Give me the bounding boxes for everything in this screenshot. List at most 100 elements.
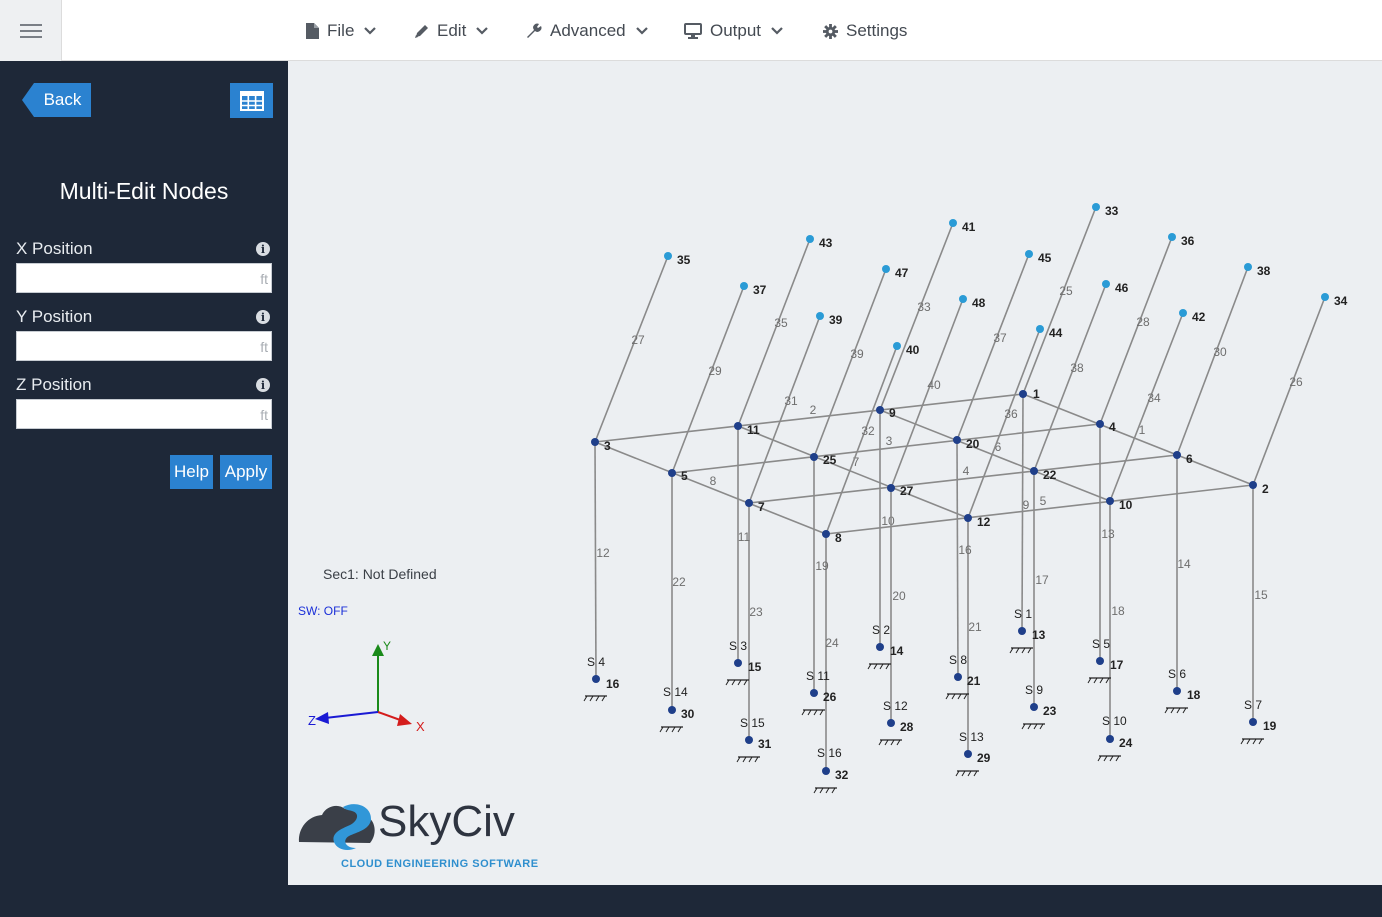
member-line[interactable] — [956, 439, 959, 678]
support-label: S 13 — [959, 730, 984, 744]
node-label: 20 — [966, 437, 980, 451]
member-line[interactable] — [671, 285, 745, 474]
node-point[interactable] — [664, 252, 672, 260]
fixed-support-icon[interactable] — [725, 679, 749, 686]
member-line[interactable] — [956, 253, 1030, 441]
member-line[interactable] — [879, 409, 1111, 502]
fixed-support-icon[interactable] — [1009, 647, 1033, 654]
node-point[interactable] — [1321, 293, 1329, 301]
member-line[interactable] — [1176, 266, 1249, 456]
node-point[interactable] — [822, 530, 830, 538]
node-point[interactable] — [964, 750, 972, 758]
node-label: 2 — [1262, 482, 1269, 496]
fixed-support-icon[interactable] — [1097, 755, 1121, 762]
node-point[interactable] — [1173, 451, 1181, 459]
node-point[interactable] — [1019, 390, 1027, 398]
node-point[interactable] — [816, 312, 824, 320]
node-point[interactable] — [806, 235, 814, 243]
member-line[interactable] — [1033, 283, 1107, 472]
node-point[interactable] — [1179, 309, 1187, 317]
node-label: 3 — [604, 439, 611, 453]
member-label: 36 — [1004, 407, 1018, 421]
member-label: 30 — [1213, 345, 1227, 359]
node-point[interactable] — [822, 767, 830, 775]
node-point[interactable] — [668, 706, 676, 714]
fixed-support-icon[interactable] — [955, 770, 979, 777]
node-point[interactable] — [1249, 481, 1257, 489]
node-point[interactable] — [734, 659, 742, 667]
fixed-support-icon[interactable] — [801, 709, 825, 716]
fixed-support-icon[interactable] — [878, 739, 902, 746]
node-point[interactable] — [964, 514, 972, 522]
node-label: 25 — [823, 453, 837, 467]
node-point[interactable] — [1030, 467, 1038, 475]
member-line[interactable] — [737, 238, 811, 427]
node-point[interactable] — [893, 342, 901, 350]
support-label: S 7 — [1244, 698, 1262, 712]
member-line[interactable] — [594, 441, 597, 680]
node-point[interactable] — [949, 219, 957, 227]
fixed-support-icon[interactable] — [1087, 677, 1111, 684]
member-line[interactable] — [594, 441, 827, 535]
node-point[interactable] — [876, 643, 884, 651]
fixed-support-icon[interactable] — [945, 693, 969, 700]
node-point[interactable] — [1025, 250, 1033, 258]
member-line[interactable] — [813, 268, 887, 458]
node-point[interactable] — [1018, 627, 1026, 635]
node-point[interactable] — [887, 719, 895, 727]
node-point[interactable] — [1036, 325, 1044, 333]
member-label: 22 — [672, 575, 686, 589]
node-point[interactable] — [740, 282, 748, 290]
member-line[interactable] — [594, 255, 669, 443]
member-line[interactable] — [890, 298, 964, 489]
member-line[interactable] — [1022, 393, 1254, 486]
support-label: S 14 — [663, 685, 688, 699]
fixed-support-icon[interactable] — [867, 663, 891, 670]
node-point[interactable] — [876, 406, 884, 414]
node-label: 11 — [747, 423, 760, 437]
fixed-support-icon[interactable] — [1240, 738, 1264, 745]
member-line[interactable] — [1022, 206, 1097, 395]
node-point[interactable] — [959, 295, 967, 303]
member-line[interactable] — [1252, 296, 1326, 486]
x-axis-arrow — [397, 714, 412, 726]
node-point[interactable] — [1092, 203, 1100, 211]
node-point[interactable] — [745, 499, 753, 507]
node-point[interactable] — [953, 436, 961, 444]
node-point[interactable] — [882, 265, 890, 273]
node-point[interactable] — [810, 689, 818, 697]
member-label: 26 — [1289, 375, 1303, 389]
node-point[interactable] — [1244, 263, 1252, 271]
node-point[interactable] — [592, 675, 600, 683]
node-point[interactable] — [1106, 735, 1114, 743]
fixed-support-icon[interactable] — [813, 787, 837, 794]
member-line[interactable] — [1099, 236, 1173, 425]
node-label: 32 — [835, 768, 849, 782]
node-point[interactable] — [591, 438, 599, 446]
member-line[interactable] — [1021, 393, 1024, 632]
node-point[interactable] — [1030, 703, 1038, 711]
fixed-support-icon[interactable] — [1021, 723, 1045, 730]
node-point[interactable] — [810, 453, 818, 461]
support-label: S 9 — [1025, 683, 1043, 697]
member-line[interactable] — [967, 328, 1041, 519]
node-point[interactable] — [1096, 420, 1104, 428]
node-point[interactable] — [1102, 280, 1110, 288]
fixed-support-icon[interactable] — [736, 756, 760, 763]
fixed-support-icon[interactable] — [1164, 707, 1188, 714]
node-point[interactable] — [1249, 718, 1257, 726]
node-point[interactable] — [1168, 233, 1176, 241]
node-point[interactable] — [1096, 657, 1104, 665]
node-point[interactable] — [734, 422, 742, 430]
node-point[interactable] — [887, 484, 895, 492]
node-point[interactable] — [954, 673, 962, 681]
fixed-support-icon[interactable] — [583, 695, 607, 702]
node-point[interactable] — [1106, 497, 1114, 505]
node-point[interactable] — [668, 469, 676, 477]
node-point[interactable] — [745, 736, 753, 744]
member-line[interactable] — [879, 222, 954, 411]
fixed-support-icon[interactable] — [659, 726, 683, 733]
node-label: 46 — [1115, 281, 1129, 295]
member-line[interactable] — [1109, 312, 1184, 502]
node-point[interactable] — [1173, 687, 1181, 695]
